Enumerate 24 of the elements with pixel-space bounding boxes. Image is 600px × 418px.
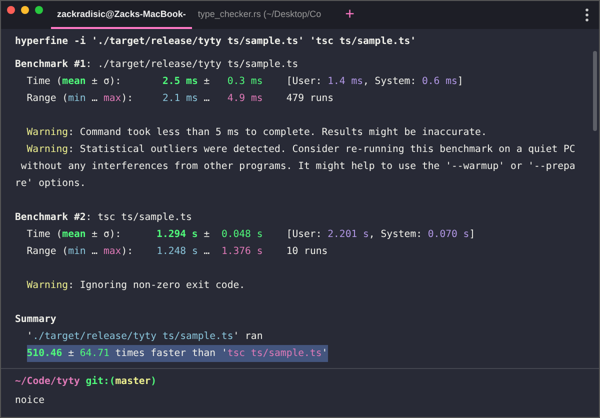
terminal-line: Time (mean ± σ): 2.5 ms ± 0.3 ms [User: 1.4 ms, System: 0.6 ms] (26, 75, 464, 89)
terminal-line: noice (15, 394, 44, 408)
new-tab-button[interactable]: + (339, 1, 360, 29)
terminal-line: Warning: Command took less than 5 ms to complete. Results might be inaccurate. (26, 126, 487, 140)
command-line: hyperfine -i './target/release/tyty ts/sample.ts' 'tsc ts/sample.ts' (15, 35, 416, 49)
tab[interactable]: type_checker.rs (~/Desktop/Co (192, 1, 328, 29)
terminal-line: Time (mean ± σ): 1.294 s ± 0.048 s [User: 2.201 s, System: 0.070 s] (26, 228, 476, 242)
maximize-icon[interactable] (35, 6, 43, 14)
terminal-line: re' options. (15, 177, 86, 191)
terminal-line: without any interferences from other programs. It might help to use the '--warmup' or '--prepa (20, 160, 576, 174)
terminal-line: './target/release/tyty ts/sample.ts' ran (26, 330, 263, 344)
menu-icon[interactable] (585, 8, 589, 22)
minimize-icon[interactable] (21, 6, 29, 14)
terminal-line: Summary (15, 313, 56, 327)
terminal-line: Range (min … max): 1.248 s … 1.376 s 10 runs (26, 245, 328, 259)
terminal-line: ~/Code/tyty git:(master) (15, 375, 157, 389)
terminal-line: Benchmark #2: tsc ts/sample.ts (15, 211, 192, 225)
terminal-line: Warning: Statistical outliers were detected. Consider re-running this benchmark on a quiet PC (26, 143, 576, 157)
tab[interactable]: zackradisic@Zacks-MacBook- (51, 1, 192, 29)
scrollbar-thumb[interactable] (593, 51, 597, 131)
close-icon[interactable] (7, 6, 15, 14)
terminal-line: Range (min … max): 2.1 ms … 4.9 ms 479 runs (26, 92, 334, 106)
terminal-line: Warning: Ignoring non-zero exit code. (26, 279, 246, 293)
terminal-line: Benchmark #1: ./target/release/tyty ts/sample.ts (15, 58, 298, 72)
